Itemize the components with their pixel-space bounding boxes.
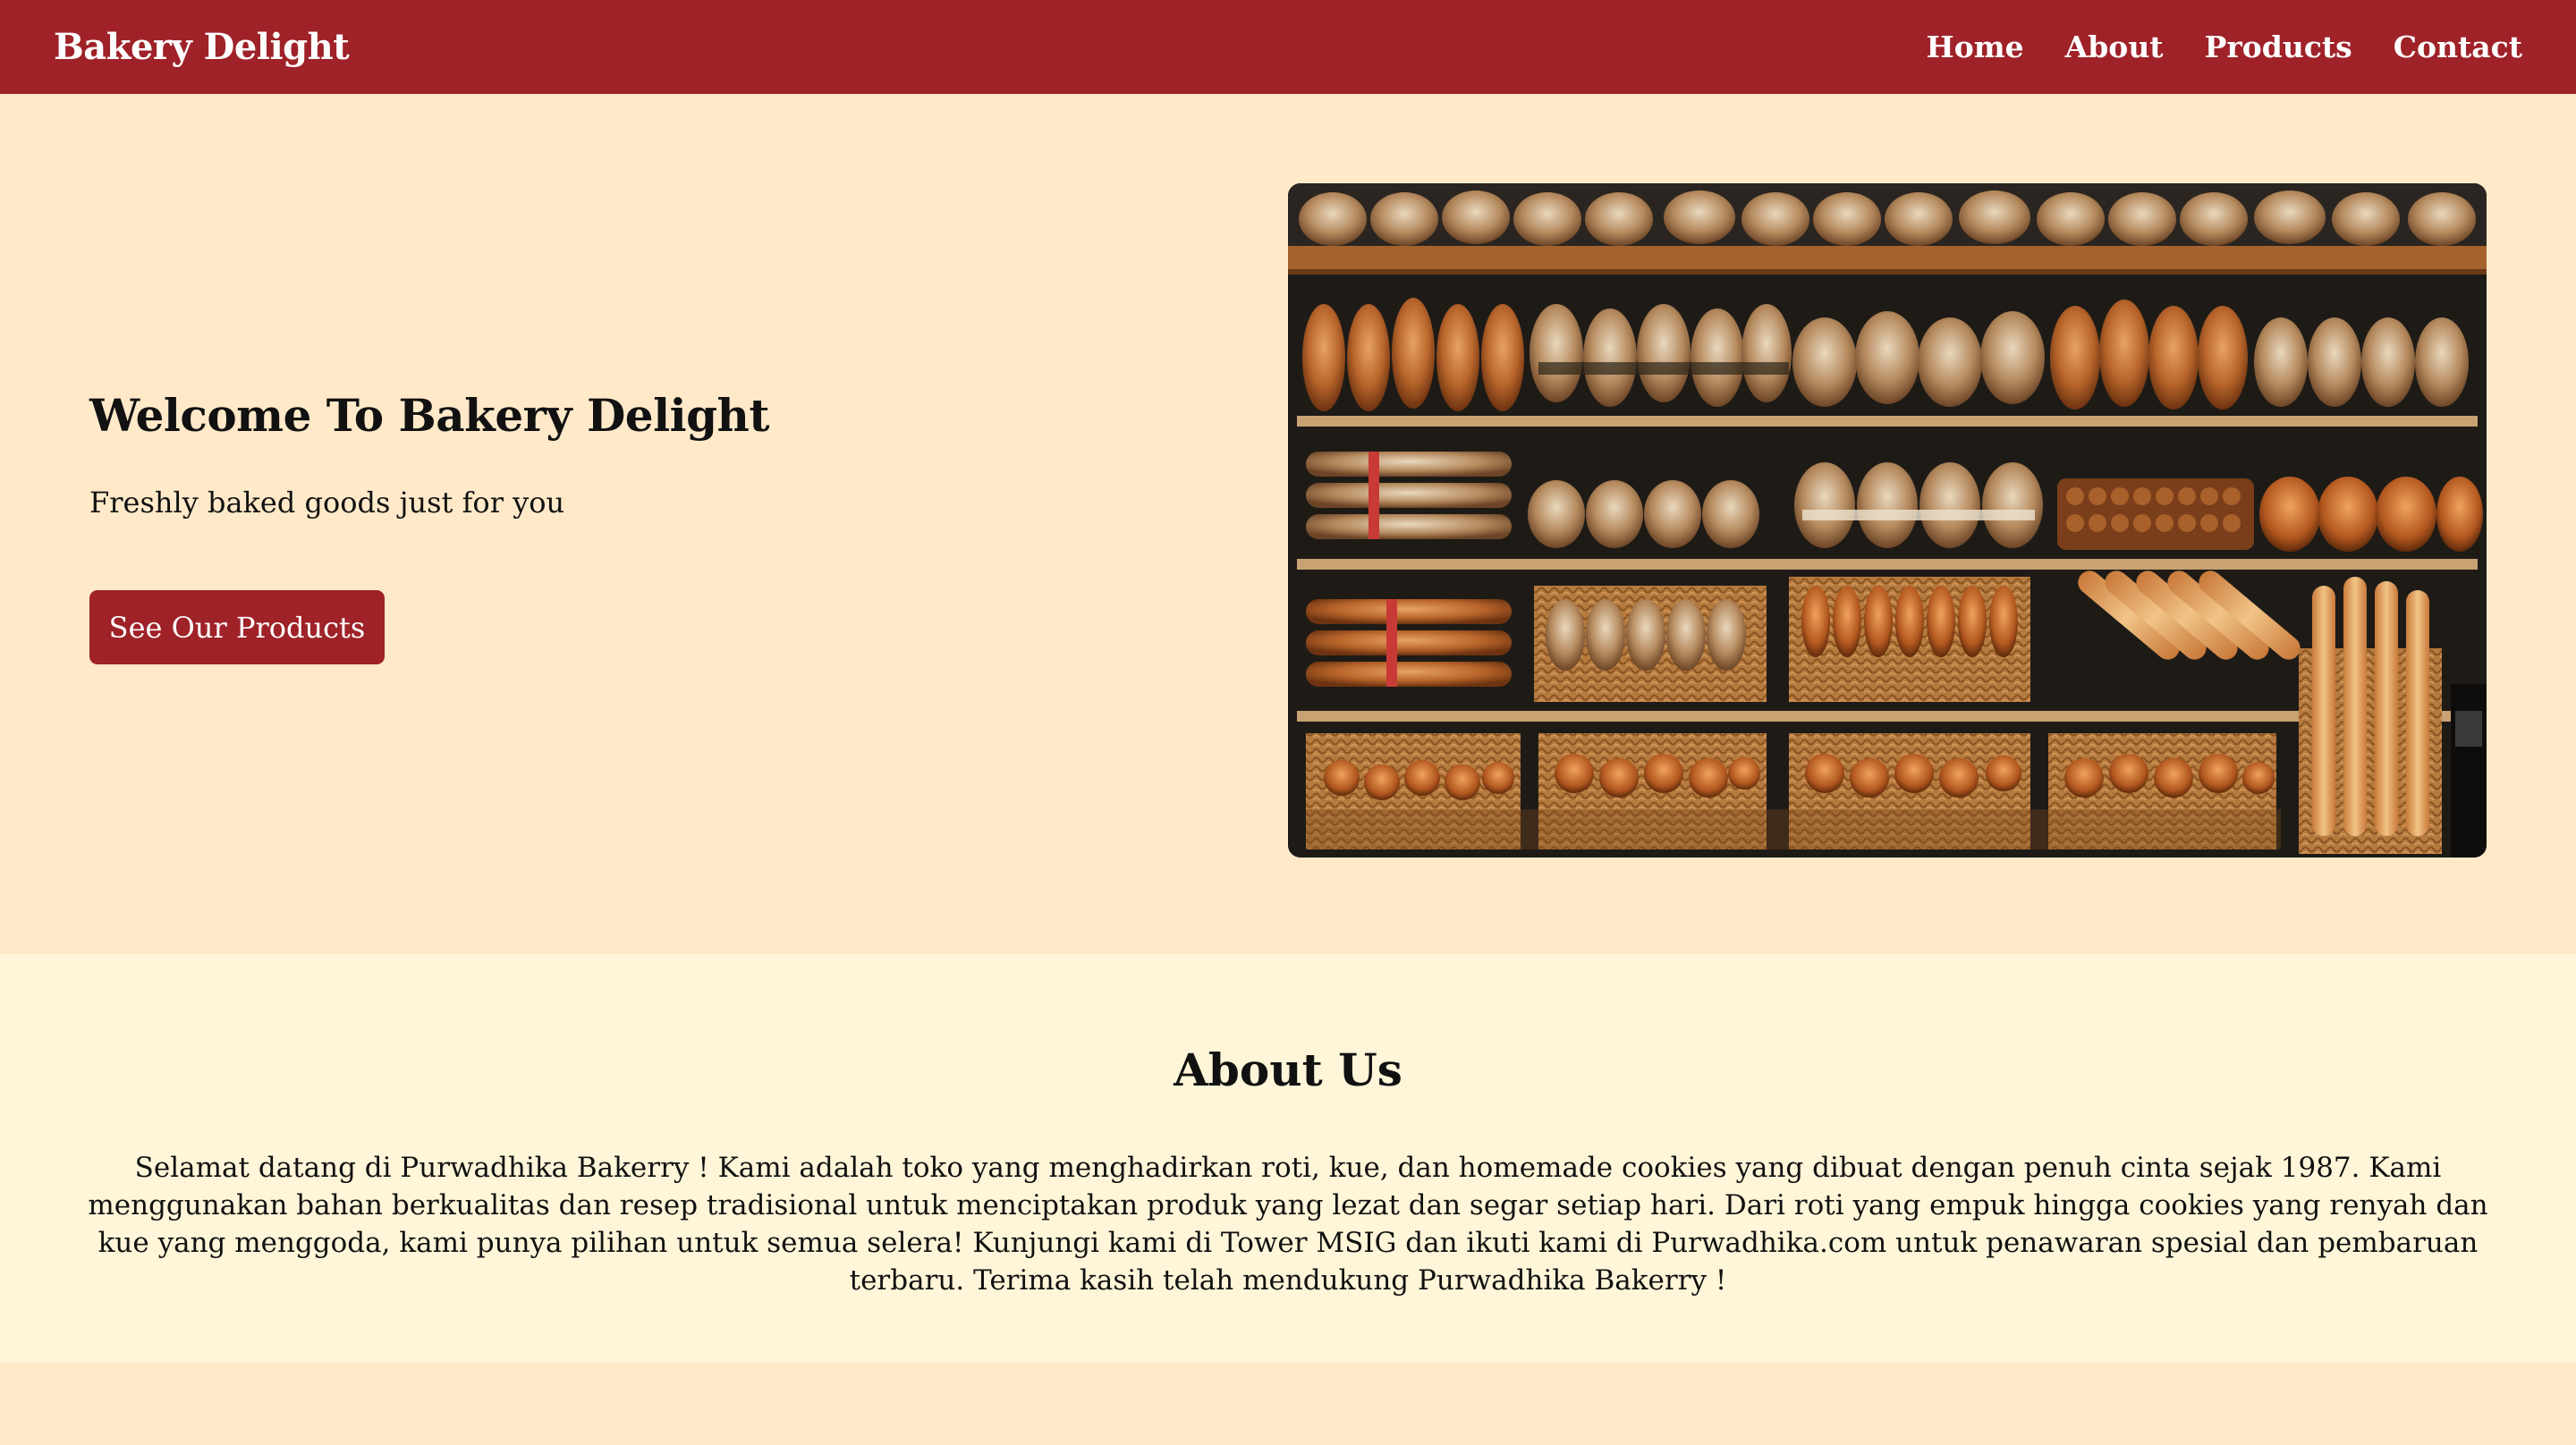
about-description: Selamat datang di Purwadhika Bakerry ! K…: [88, 1152, 2488, 1297]
nav-link-about[interactable]: About: [2065, 30, 2164, 64]
nav-link-contact[interactable]: Contact: [2394, 30, 2522, 64]
bakery-shelves-image: [1288, 183, 2487, 858]
hero-subtitle: Freshly baked goods just for you: [89, 486, 565, 520]
navbar: Bakery Delight Home About Products Conta…: [0, 0, 2576, 94]
hero-title: Welcome To Bakery Delight: [89, 389, 770, 442]
nav-links: Home About Products Contact: [1885, 30, 2522, 64]
bakery-shelves-illustration: [1288, 183, 2487, 858]
see-products-button[interactable]: See Our Products: [89, 590, 385, 664]
hero-text: Welcome To Bakery Delight Freshly baked …: [89, 389, 1163, 664]
nav-link-products[interactable]: Products: [2205, 30, 2352, 64]
hero-section: Welcome To Bakery Delight Freshly baked …: [0, 94, 2576, 954]
brand-logo[interactable]: Bakery Delight: [54, 26, 350, 68]
nav-link-home[interactable]: Home: [1927, 30, 2024, 64]
about-title: About Us: [1174, 1044, 1402, 1096]
about-section: About Us Selamat datang di Purwadhika Ba…: [0, 954, 2576, 1363]
